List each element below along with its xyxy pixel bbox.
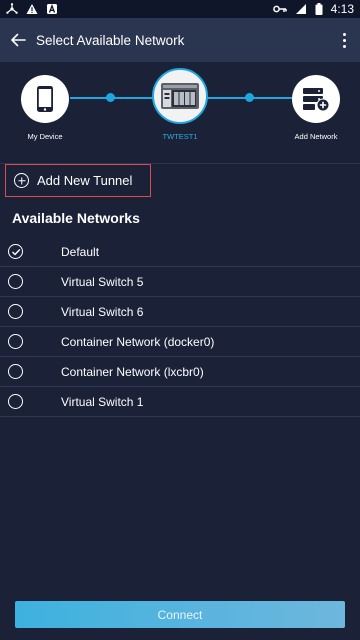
network-item-virtual-switch-5[interactable]: Virtual Switch 5 xyxy=(0,267,360,297)
signal-icon xyxy=(295,4,306,14)
step-nas-device[interactable] xyxy=(152,68,208,124)
network-label: Virtual Switch 6 xyxy=(61,304,144,319)
nas-device-icon xyxy=(161,83,199,109)
radio-icon[interactable] xyxy=(8,334,23,349)
page-title: Select Available Network xyxy=(36,32,185,48)
a-badge-icon xyxy=(47,3,57,14)
battery-icon xyxy=(315,3,323,15)
back-button[interactable] xyxy=(0,18,36,62)
step-my-device[interactable] xyxy=(21,75,69,123)
network-label: Virtual Switch 1 xyxy=(61,394,144,409)
step-label-my-device: My Device xyxy=(27,132,63,141)
connection-stepper: My Device TWTEST1 Add Network xyxy=(0,62,360,164)
more-options-button[interactable] xyxy=(336,28,352,52)
smartphone-icon xyxy=(37,86,53,112)
arrow-left-icon xyxy=(11,33,26,47)
warning-icon xyxy=(26,4,38,14)
network-item-default[interactable]: Default xyxy=(0,237,360,267)
step-label-nas: TWTEST1 xyxy=(162,132,198,141)
add-new-tunnel-button[interactable]: Add New Tunnel xyxy=(5,164,151,197)
more-vertical-icon xyxy=(342,32,346,36)
radio-checked-icon[interactable] xyxy=(8,244,23,259)
connect-button[interactable]: Connect xyxy=(15,601,345,628)
radio-icon[interactable] xyxy=(8,304,23,319)
network-label: Container Network (lxcbr0) xyxy=(61,364,204,379)
network-item-lxcbr0[interactable]: Container Network (lxcbr0) xyxy=(0,357,360,387)
network-label: Virtual Switch 5 xyxy=(61,274,144,289)
network-label: Default xyxy=(61,244,100,259)
step-dot xyxy=(106,93,115,102)
step-add-network[interactable] xyxy=(292,75,340,123)
network-list: Default Virtual Switch 5 Virtual Switch … xyxy=(0,237,360,417)
app-bar: Select Available Network xyxy=(0,18,360,62)
radio-icon[interactable] xyxy=(8,364,23,379)
radio-icon[interactable] xyxy=(8,394,23,409)
network-label: Container Network (docker0) xyxy=(61,334,215,349)
network-item-docker0[interactable]: Container Network (docker0) xyxy=(0,327,360,357)
server-add-icon xyxy=(303,88,330,112)
network-item-virtual-switch-6[interactable]: Virtual Switch 6 xyxy=(0,297,360,327)
section-title: Available Networks xyxy=(12,210,140,226)
status-time: 4:13 xyxy=(330,2,354,16)
step-label-add-network: Add Network xyxy=(294,132,338,141)
step-dot xyxy=(245,93,254,102)
vpn-key-icon xyxy=(272,5,287,13)
add-tunnel-label: Add New Tunnel xyxy=(37,173,133,188)
network-share-icon xyxy=(6,3,18,14)
radio-icon[interactable] xyxy=(8,274,23,289)
plus-circle-icon xyxy=(14,173,29,188)
status-bar: 4:13 xyxy=(0,0,360,18)
network-item-virtual-switch-1[interactable]: Virtual Switch 1 xyxy=(0,387,360,417)
